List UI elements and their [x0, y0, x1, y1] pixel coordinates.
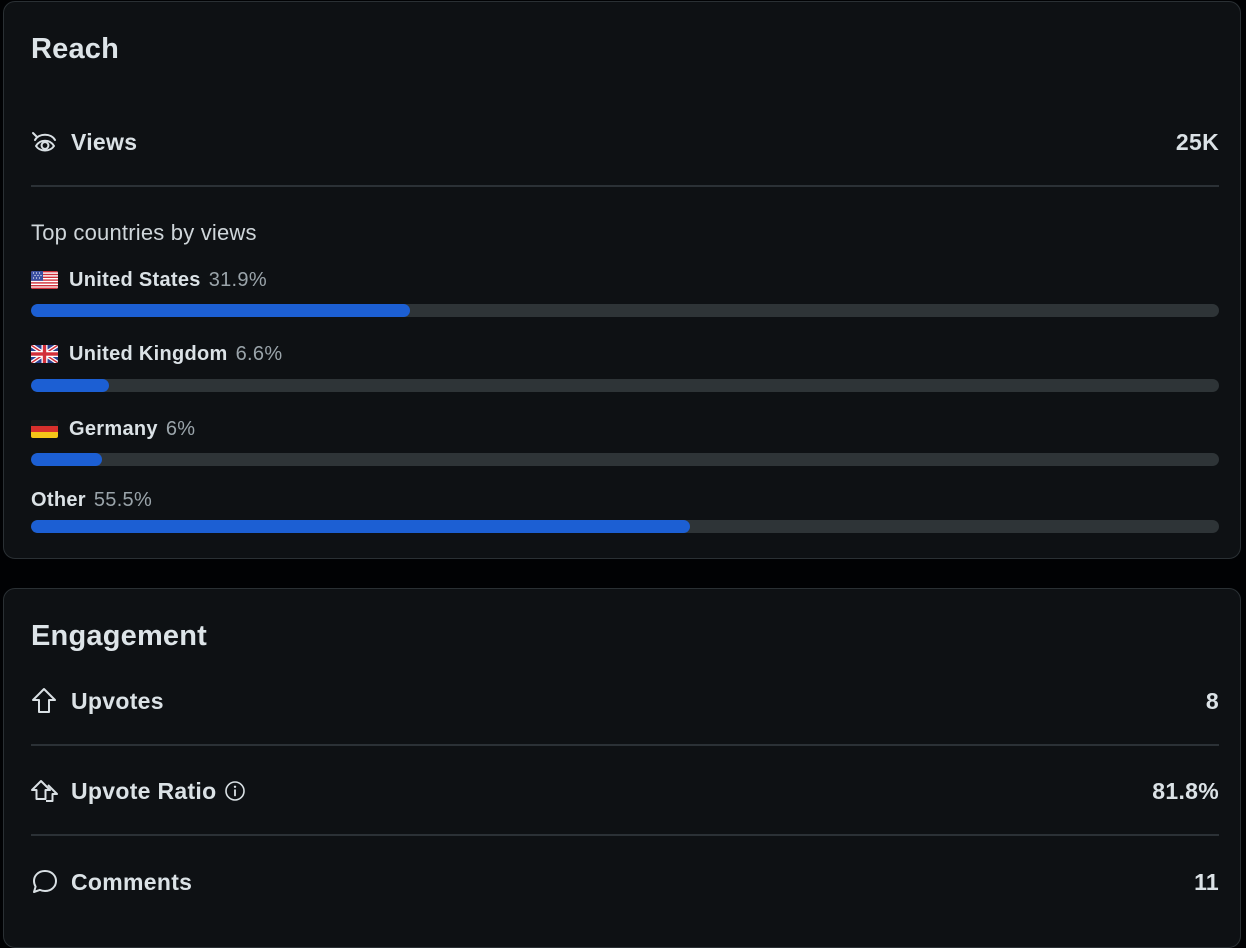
comments-value: 11 — [1194, 868, 1219, 895]
info-icon[interactable] — [224, 780, 246, 802]
views-label: Views — [71, 128, 138, 155]
uk-flag-icon — [31, 345, 58, 363]
reach-title: Reach — [31, 33, 120, 65]
country-name: United States — [69, 268, 201, 291]
comments-label: Comments — [71, 868, 193, 895]
arrow-up-icon — [31, 687, 59, 715]
views-value: 25K — [1175, 128, 1219, 155]
engagement-title: Engagement — [31, 620, 208, 652]
divider — [31, 744, 1219, 746]
progress-bar — [31, 520, 1219, 533]
country-item: United Kingdom 6.6% — [31, 341, 1219, 392]
top-countries-title: Top countries by views — [31, 220, 257, 245]
country-name: Germany — [69, 417, 158, 440]
progress-bar — [31, 379, 1219, 392]
country-percent: 31.9% — [208, 268, 267, 291]
upvote-ratio-value: 81.8% — [1152, 777, 1219, 804]
country-percent: 6.6% — [235, 342, 283, 365]
upvote-ratio-row: Upvote Ratio 81.8% — [31, 771, 1219, 811]
upvotes-value: 8 — [1205, 687, 1219, 714]
country-item: United States 31.9% — [31, 267, 1219, 317]
country-name: Other — [31, 488, 86, 511]
views-row: Views 25K — [31, 122, 1219, 162]
upvote-ratio-label: Upvote Ratio — [71, 777, 217, 804]
progress-bar — [31, 453, 1219, 466]
progress-bar-fill — [31, 379, 110, 392]
country-name: United Kingdom — [69, 342, 228, 365]
country-item: Germany 6% — [31, 416, 1219, 466]
eye-icon — [31, 128, 59, 156]
progress-bar — [31, 304, 1219, 317]
progress-bar-fill — [31, 453, 103, 466]
divider — [31, 834, 1219, 836]
progress-bar-fill — [31, 304, 410, 317]
upvotes-row: Upvotes 8 — [31, 681, 1219, 721]
country-percent: 55.5% — [93, 488, 153, 511]
de-flag-icon — [31, 420, 58, 438]
speech-bubble-icon — [31, 868, 59, 896]
progress-bar-fill — [31, 520, 691, 533]
country-percent: 6% — [165, 417, 196, 440]
engagement-card: Engagement Upvotes 8 Upvote Ratio 81.8% — [3, 588, 1241, 948]
upvotes-label: Upvotes — [71, 687, 164, 714]
country-item: Other 55.5% — [31, 487, 1219, 533]
us-flag-icon — [31, 271, 58, 289]
divider — [31, 185, 1219, 187]
double-arrow-up-icon — [31, 777, 59, 805]
reach-card: Reach Views 25K Top countries by views U… — [3, 1, 1241, 559]
comments-row: Comments 11 — [31, 862, 1219, 902]
